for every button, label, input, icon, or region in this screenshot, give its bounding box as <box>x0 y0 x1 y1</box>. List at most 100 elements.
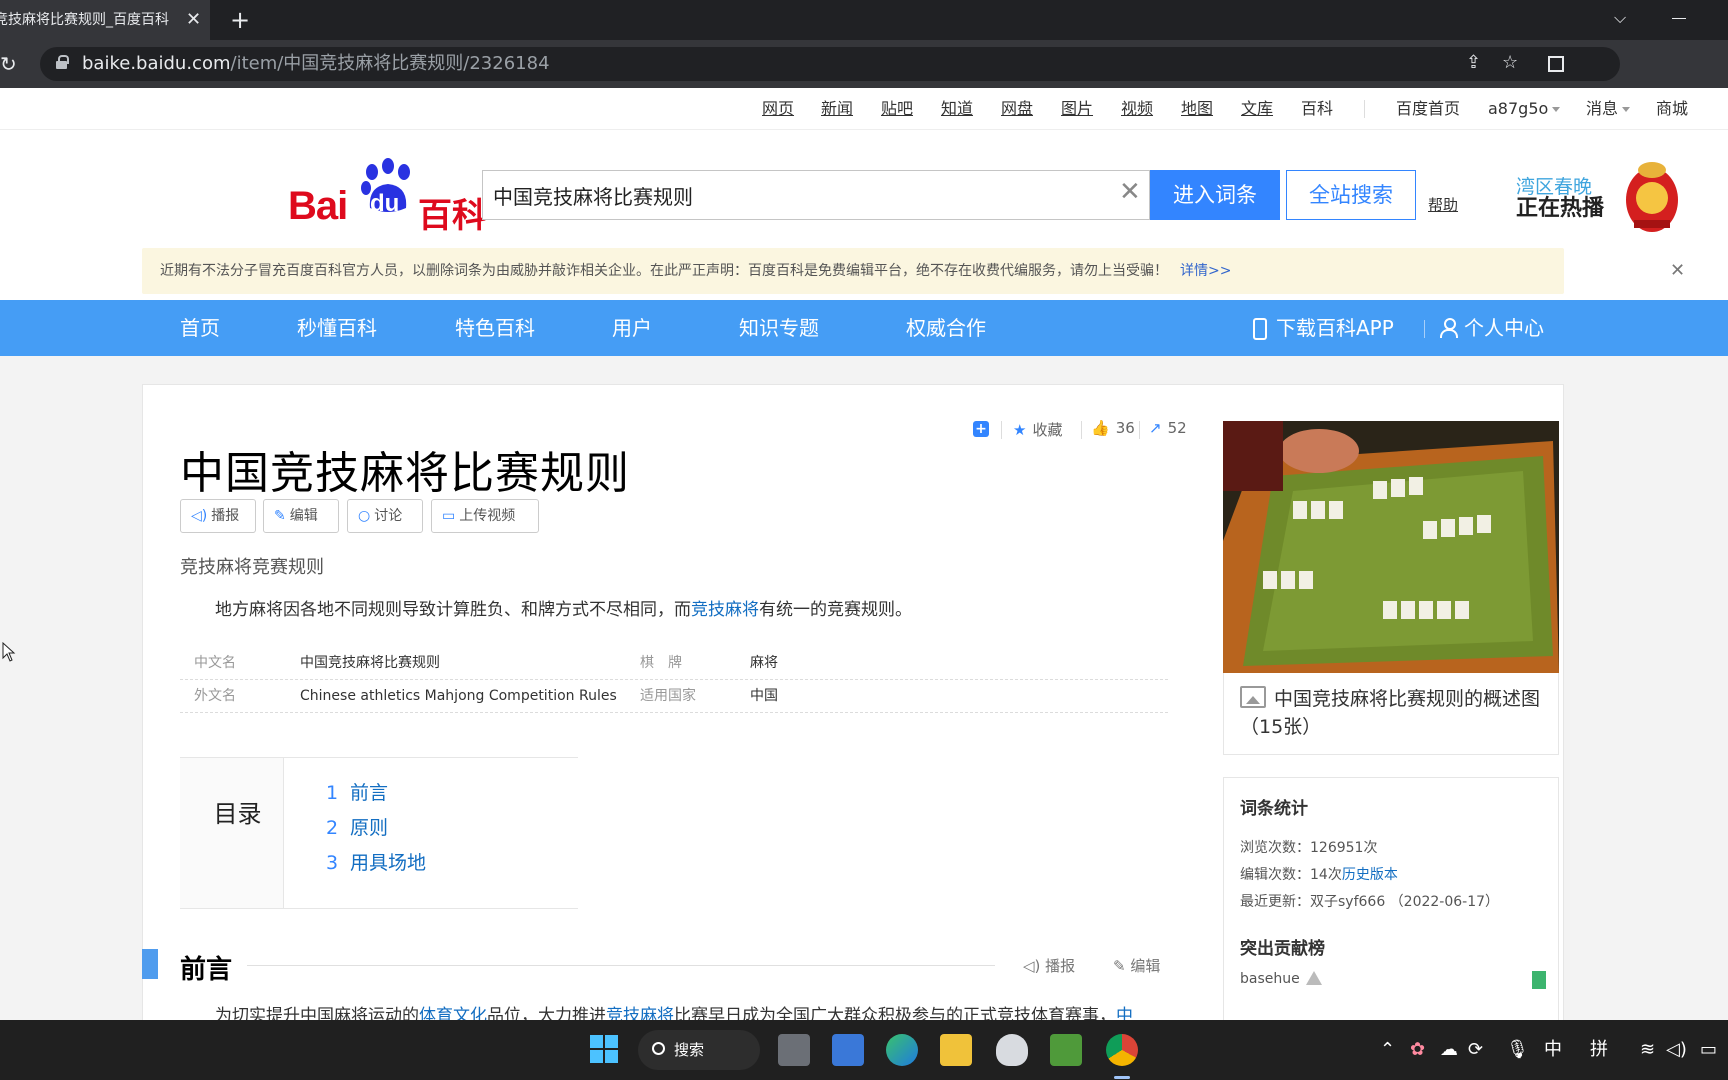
sync-icon[interactable]: ⟳ <box>1468 1020 1483 1080</box>
lock-icon[interactable] <box>56 55 69 69</box>
toc-item-principles[interactable]: 2 原则 <box>326 813 388 840</box>
clear-search-icon[interactable]: ✕ <box>1119 177 1141 207</box>
section-divider <box>247 965 995 966</box>
alien-app-icon[interactable] <box>996 1034 1028 1066</box>
new-tab-button[interactable]: + <box>230 0 250 40</box>
tray-chevron-up-icon[interactable]: ⌃ <box>1380 1020 1395 1080</box>
mahjong-table-photo[interactable] <box>1223 421 1559 673</box>
browser-tab[interactable]: 竞技麻将比赛规则_百度百科 <box>0 0 210 40</box>
toolbar-divider <box>1001 421 1002 439</box>
toplink-pan[interactable]: 网盘 <box>1001 88 1033 130</box>
mall-link[interactable]: 商城 <box>1656 88 1688 130</box>
reload-icon[interactable]: ↻ <box>0 52 17 76</box>
toplink-video[interactable]: 视频 <box>1121 88 1153 130</box>
toplink-map[interactable]: 地图 <box>1181 88 1213 130</box>
close-notice-icon[interactable]: ✕ <box>1670 248 1685 294</box>
contributor-name[interactable]: basehue <box>1240 971 1300 987</box>
toplink-baike[interactable]: 百科 <box>1301 88 1333 130</box>
microphone-icon[interactable]: 🎙 <box>1506 1020 1529 1080</box>
section-edit-button[interactable]: ✎ 编辑 <box>1113 955 1160 976</box>
side-panel-icon[interactable] <box>1548 56 1564 72</box>
window-minimize-icon[interactable] <box>1672 18 1686 19</box>
taskbar-search[interactable]: 搜索 <box>638 1030 760 1070</box>
info-box: 中文名 中国竞技麻将比赛规则 棋 牌 麻将 外文名 Chinese athlet… <box>180 647 1168 713</box>
user-icon <box>1440 318 1458 338</box>
favorite-button[interactable]: ★ 收藏 <box>1013 419 1062 440</box>
task-view-icon[interactable] <box>778 1034 810 1066</box>
windows-start-icon[interactable] <box>590 1035 620 1065</box>
toc-label: 目录 <box>180 758 284 908</box>
summary-link-jingji-majiang[interactable]: 竞技麻将 <box>691 600 759 620</box>
microsoft-store-icon[interactable] <box>832 1034 864 1066</box>
article: + ★ 收藏 👍 36 ↗ 52 中国竞技麻将比赛规则 ◁) 播报 ✎ 编辑 ○ 讨论 ▭ 上… <box>142 385 1203 1026</box>
toc-item-equipment[interactable]: 3 用具场地 <box>326 848 426 875</box>
messages-label: 消息 <box>1586 99 1619 118</box>
cloud-icon[interactable]: ☁ <box>1440 1020 1458 1080</box>
like-button[interactable]: 👍 36 <box>1091 419 1135 437</box>
entry-statistics: 词条统计 浏览次数：126951次 编辑次数：14次历史版本 最近更新：双子sy… <box>1223 777 1559 1025</box>
toplink-images[interactable]: 图片 <box>1061 88 1093 130</box>
broadcast-button[interactable]: ◁) 播报 <box>180 499 256 533</box>
file-explorer-icon[interactable] <box>940 1034 972 1066</box>
toplink-wenku[interactable]: 文库 <box>1241 88 1273 130</box>
content-card: + ★ 收藏 👍 36 ↗ 52 中国竞技麻将比赛规则 ◁) 播报 ✎ 编辑 ○ 讨论 ▭ 上… <box>142 384 1564 1026</box>
video-icon: ▭ <box>442 508 456 524</box>
section-marker <box>142 949 158 979</box>
nav-topics[interactable]: 知识专题 <box>739 300 819 356</box>
ime-mode-pinyin[interactable]: 拼 <box>1590 1020 1608 1080</box>
festival-mascot-icon[interactable] <box>1624 158 1680 234</box>
toc-item-preface[interactable]: 1 前言 <box>326 778 388 805</box>
address-bar[interactable]: baike.baidu.com/item/中国竞技麻将比赛规则/2326184 <box>40 47 1620 81</box>
ime-mode-chinese[interactable]: 中 <box>1544 1020 1562 1080</box>
nav-authority[interactable]: 权威合作 <box>906 300 986 356</box>
tab-search-chevron-icon[interactable]: ⌵ <box>1614 8 1626 28</box>
info-row: 外文名 Chinese athletics Mahjong Competitio… <box>180 680 1168 713</box>
download-app-link[interactable]: 下载百科APP <box>1276 300 1394 356</box>
chevron-down-icon <box>1552 107 1561 112</box>
game-app-icon[interactable] <box>1050 1034 1082 1066</box>
search-all-button[interactable]: 全站搜索 <box>1286 170 1416 220</box>
baidu-home-link[interactable]: 百度首页 <box>1396 88 1460 130</box>
volume-icon[interactable]: ◁) <box>1666 1020 1687 1080</box>
messages-menu[interactable]: 消息 <box>1586 88 1631 130</box>
user-menu[interactable]: a87g5o <box>1488 88 1561 130</box>
toplink-news[interactable]: 新闻 <box>821 88 853 130</box>
edge-browser-icon[interactable] <box>886 1034 918 1066</box>
comment-icon: ○ <box>358 508 371 524</box>
section-broadcast-button[interactable]: ◁) 播报 <box>1023 955 1075 976</box>
toplink-web[interactable]: 网页 <box>762 88 794 130</box>
nav-users[interactable]: 用户 <box>612 300 652 356</box>
like-count: 36 <box>1115 419 1135 437</box>
photo-caption[interactable]: 中国竞技麻将比赛规则的概述图（15张） <box>1223 673 1559 755</box>
bookmark-star-icon[interactable]: ☆ <box>1502 52 1518 73</box>
share-button[interactable]: ↗ 52 <box>1149 419 1187 437</box>
edit-label: 编辑 <box>289 508 318 524</box>
notice-details-link[interactable]: 详情>> <box>1180 263 1231 279</box>
help-link[interactable]: 帮助 <box>1428 194 1458 215</box>
history-versions-link[interactable]: 历史版本 <box>1342 867 1398 883</box>
pencil-icon: ✎ <box>1113 957 1126 975</box>
upload-video-button[interactable]: ▭ 上传视频 <box>431 499 539 533</box>
toplink-tieba[interactable]: 贴吧 <box>881 88 913 130</box>
personal-center-link[interactable]: 个人中心 <box>1464 300 1544 356</box>
bookmark-icon[interactable] <box>1532 971 1546 989</box>
toplink-zhidao[interactable]: 知道 <box>941 88 973 130</box>
nav-featured[interactable]: 特色百科 <box>455 300 535 356</box>
promo-banner[interactable]: 湾区春晚 正在热播 <box>1516 176 1604 220</box>
tray-flower-icon[interactable]: ✿ <box>1410 1020 1425 1080</box>
tab-close-icon[interactable]: ✕ <box>186 0 201 40</box>
chrome-browser-icon[interactable] <box>1106 1034 1138 1066</box>
discuss-button[interactable]: ○ 讨论 <box>347 499 423 533</box>
add-icon[interactable]: + <box>973 421 989 437</box>
nav-home[interactable]: 首页 <box>180 300 220 356</box>
url-text[interactable]: baike.baidu.com/item/中国竞技麻将比赛规则/2326184 <box>82 47 550 81</box>
share-page-icon[interactable]: ⇪ <box>1466 52 1481 73</box>
nav-miaodong[interactable]: 秒懂百科 <box>297 300 377 356</box>
username: a87g5o <box>1488 99 1549 118</box>
battery-icon[interactable]: ▭ <box>1700 1020 1717 1080</box>
main-nav: 首页 秒懂百科 特色百科 用户 知识专题 权威合作 下载百科APP 个人中心 <box>0 300 1728 356</box>
enter-entry-button[interactable]: 进入词条 <box>1150 170 1280 220</box>
wifi-icon[interactable]: ≋ <box>1640 1020 1655 1080</box>
search-input[interactable] <box>493 171 1093 219</box>
edit-button[interactable]: ✎ 编辑 <box>263 499 339 533</box>
